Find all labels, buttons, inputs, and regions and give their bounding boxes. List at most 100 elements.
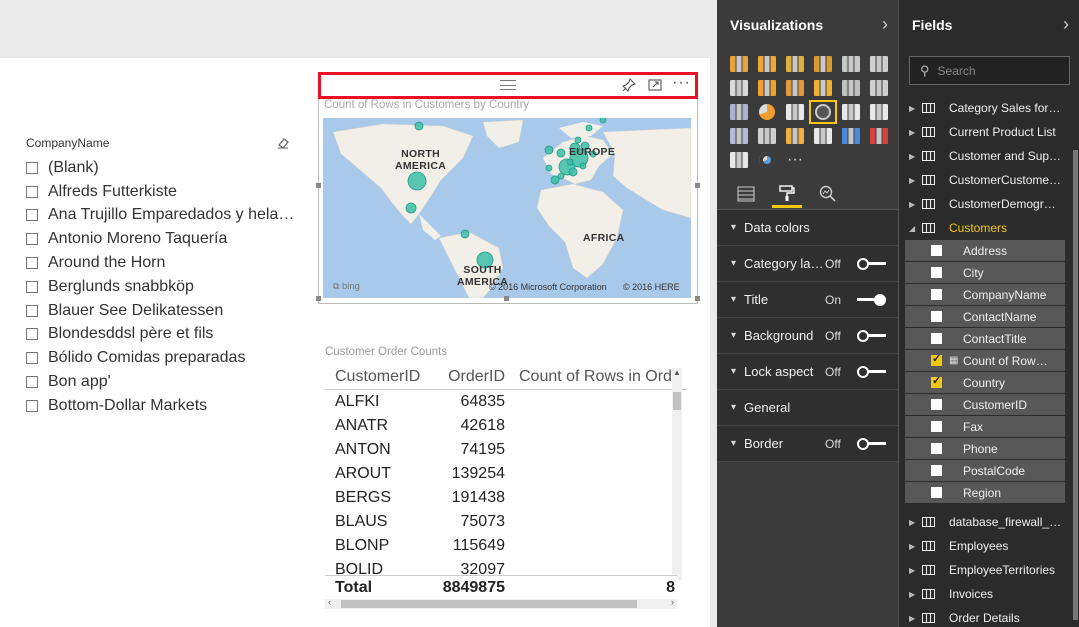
multi-row-card-icon[interactable] <box>809 124 837 148</box>
scroll-right-icon[interactable]: › <box>671 597 674 607</box>
field-item[interactable]: Fax <box>905 416 1065 438</box>
100-bar-chart-icon[interactable] <box>837 52 865 76</box>
field-table-row[interactable]: ▶ Category Sales for… <box>899 96 1071 120</box>
gauge-icon[interactable] <box>781 124 809 148</box>
resize-handle[interactable] <box>504 296 509 301</box>
toggle-switch[interactable] <box>857 294 886 306</box>
field-table-row[interactable]: ▶ Customer and Sup… <box>899 144 1071 168</box>
chevron-right-icon[interactable]: ▶ <box>909 614 915 623</box>
format-card-data-colors[interactable]: ▾ Data colors <box>717 210 898 246</box>
table-row[interactable]: ANATR 42618 <box>325 414 687 438</box>
field-checkbox[interactable] <box>931 487 942 498</box>
more-visuals-icon[interactable]: ··· <box>781 148 809 172</box>
toggle-switch[interactable] <box>857 438 886 450</box>
funnel-chart-icon[interactable] <box>753 124 781 148</box>
100-column-chart-icon[interactable] <box>865 52 893 76</box>
field-table-row[interactable]: ▶ Current Product List <box>899 120 1071 144</box>
field-table-row[interactable]: ▶ CustomerDemogr… <box>899 192 1071 216</box>
line-column-chart-icon[interactable] <box>809 76 837 100</box>
slicer-checkbox[interactable] <box>26 328 38 341</box>
kpi-icon[interactable] <box>865 124 893 148</box>
chevron-right-icon[interactable]: ▶ <box>909 566 915 575</box>
toggle-switch[interactable] <box>857 366 886 378</box>
format-card-category-la-[interactable]: ▾ Category la… Off <box>717 246 898 282</box>
map-visual[interactable]: ··· Count of Rows in Customers by Countr… <box>316 72 700 304</box>
toggle-knob[interactable] <box>874 294 886 306</box>
slicer-item[interactable]: Ana Trujillo Emparedados y hela… <box>18 204 298 228</box>
field-item[interactable]: Country <box>905 372 1065 394</box>
field-checkbox[interactable] <box>931 311 942 322</box>
horizontal-scrollbar[interactable]: ‹ › <box>325 597 677 609</box>
scatter-chart-icon[interactable] <box>725 100 753 124</box>
field-item[interactable]: Region <box>905 482 1065 504</box>
field-checkbox[interactable] <box>931 289 942 300</box>
resize-handle[interactable] <box>695 183 700 188</box>
slicer-checkbox[interactable] <box>26 161 38 174</box>
chevron-right-icon[interactable]: ▶ <box>909 590 915 599</box>
format-card-background[interactable]: ▾ Background Off <box>717 318 898 354</box>
field-item[interactable]: Phone <box>905 438 1065 460</box>
slicer-icon[interactable] <box>725 148 753 172</box>
visual-header[interactable]: ··· <box>318 72 698 99</box>
pin-icon[interactable] <box>620 77 637 95</box>
table-row[interactable]: ANTON 74195 <box>325 438 687 462</box>
field-checkbox[interactable] <box>931 374 942 388</box>
field-checkbox[interactable] <box>931 421 942 432</box>
slicer-checkbox[interactable] <box>26 257 38 270</box>
chevron-right-icon[interactable]: ▶ <box>909 176 915 185</box>
scroll-left-icon[interactable]: ‹ <box>328 597 331 607</box>
chevron-right-icon[interactable]: ▶ <box>909 128 915 137</box>
stacked-area-chart-icon[interactable] <box>781 76 809 100</box>
stacked-bar-chart-icon[interactable] <box>725 52 753 76</box>
scroll-thumb[interactable] <box>341 600 637 608</box>
toggle-switch[interactable] <box>857 258 886 270</box>
field-item[interactable]: ContactName <box>905 306 1065 328</box>
slicer-checkbox[interactable] <box>26 376 38 389</box>
field-checkbox[interactable] <box>931 333 942 344</box>
fields-tab-icon[interactable] <box>731 180 761 208</box>
slicer-item[interactable]: Around the Horn <box>18 251 298 275</box>
field-table-row[interactable]: ▶ Employees <box>899 534 1071 558</box>
fields-scrollbar[interactable] <box>1073 150 1078 620</box>
slicer-item[interactable]: Bon app' <box>18 370 298 394</box>
donut-chart-icon[interactable] <box>753 148 781 172</box>
format-card-title[interactable]: ▾ Title On <box>717 282 898 318</box>
toggle-knob[interactable] <box>857 330 869 342</box>
table-icon[interactable] <box>837 100 865 124</box>
chevron-right-icon[interactable]: ▶ <box>909 542 915 551</box>
table-row[interactable]: BERGS 191438 <box>325 486 687 510</box>
card-icon[interactable] <box>837 124 865 148</box>
slicer-checkbox[interactable] <box>26 233 38 246</box>
drag-grip-icon[interactable] <box>500 80 516 90</box>
slicer-item[interactable]: Bottom-Dollar Markets <box>18 394 298 418</box>
field-item[interactable]: CompanyName <box>905 284 1065 306</box>
resize-handle[interactable] <box>695 296 700 301</box>
analytics-magnifier-icon[interactable] <box>813 180 843 208</box>
chevron-right-icon[interactable]: ▶ <box>909 200 915 209</box>
filled-map-icon[interactable] <box>725 124 753 148</box>
area-chart-icon[interactable] <box>753 76 781 100</box>
field-item[interactable]: Address <box>905 240 1065 262</box>
fields-search-input[interactable]: ⚲ Search <box>909 56 1070 85</box>
matrix-icon[interactable] <box>865 100 893 124</box>
slicer-checkbox[interactable] <box>26 280 38 293</box>
toggle-knob[interactable] <box>857 366 869 378</box>
field-item[interactable]: PostalCode <box>905 460 1065 482</box>
field-table-row[interactable]: ▶ Order Details <box>899 606 1071 627</box>
stacked-column-chart-icon[interactable] <box>753 52 781 76</box>
chevron-down-icon[interactable]: ◢ <box>909 224 915 233</box>
table-row[interactable]: BLONP 115649 <box>325 534 687 558</box>
more-options-icon[interactable]: ··· <box>672 75 690 95</box>
scroll-up-icon[interactable]: ▲ <box>672 368 682 377</box>
toggle-knob[interactable] <box>857 438 869 450</box>
toggle-switch[interactable] <box>857 330 886 342</box>
format-paint-roller-icon[interactable] <box>772 180 802 208</box>
collapse-chevron-icon[interactable]: › <box>882 14 888 35</box>
resize-handle[interactable] <box>316 296 321 301</box>
slicer-item[interactable]: Alfreds Futterkiste <box>18 180 298 204</box>
field-checkbox[interactable] <box>931 399 942 410</box>
table-row[interactable]: BLAUS 75073 <box>325 510 687 534</box>
eraser-icon[interactable] <box>276 136 290 150</box>
clustered-bar-chart-icon[interactable] <box>781 52 809 76</box>
table-row[interactable]: AROUT 139254 <box>325 462 687 486</box>
